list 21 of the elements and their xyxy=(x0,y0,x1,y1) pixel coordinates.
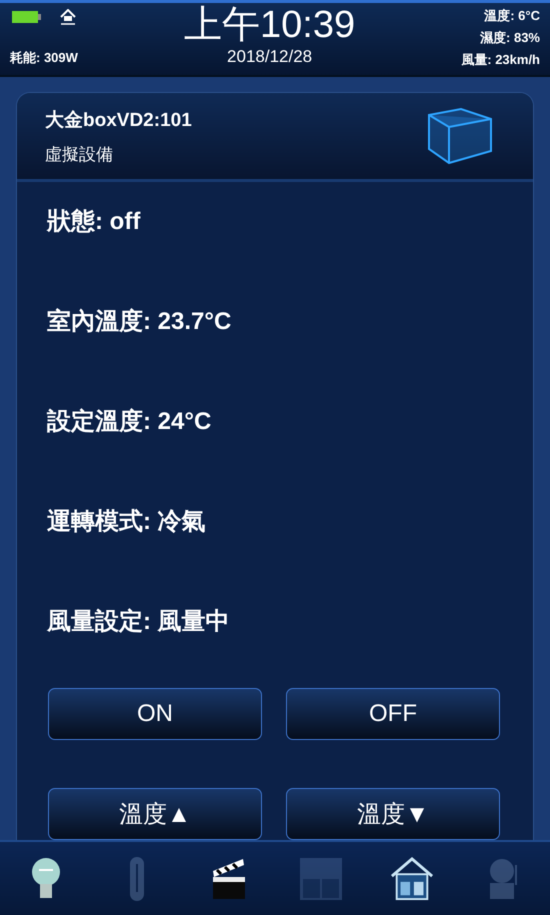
control-button[interactable]: 溫度▲ xyxy=(48,788,262,840)
device-type: 虛擬設備 xyxy=(45,144,114,166)
control-button[interactable]: 溫度▼ xyxy=(286,788,500,840)
weather-reading: 濕度: 83% xyxy=(480,29,540,47)
house-icon[interactable] xyxy=(390,854,434,902)
clock-time: 上午10:39 xyxy=(184,3,356,47)
weather-reading: 風量: 23km/h xyxy=(461,51,540,69)
home-network-icon xyxy=(60,9,76,25)
battery-icon xyxy=(12,10,42,24)
status-line: 設定溫度: 24°C xyxy=(47,407,212,437)
status-line: 風量設定: 風量中 xyxy=(47,607,231,637)
device-name: 大金boxVD2:101 xyxy=(45,108,192,132)
status-line: 狀態: off xyxy=(47,207,142,237)
weather-reading: 溫度: 6°C xyxy=(484,7,540,25)
status-line: 運轉模式: 冷氣 xyxy=(47,507,207,537)
power-usage: 耗能: 309W xyxy=(10,49,78,67)
date: 2018/12/28 xyxy=(227,47,312,67)
control-button[interactable]: OFF xyxy=(286,688,500,740)
status-line: 室內溫度: 23.7°C xyxy=(47,307,232,337)
cube-icon xyxy=(427,107,493,165)
control-button[interactable]: ON xyxy=(48,688,262,740)
